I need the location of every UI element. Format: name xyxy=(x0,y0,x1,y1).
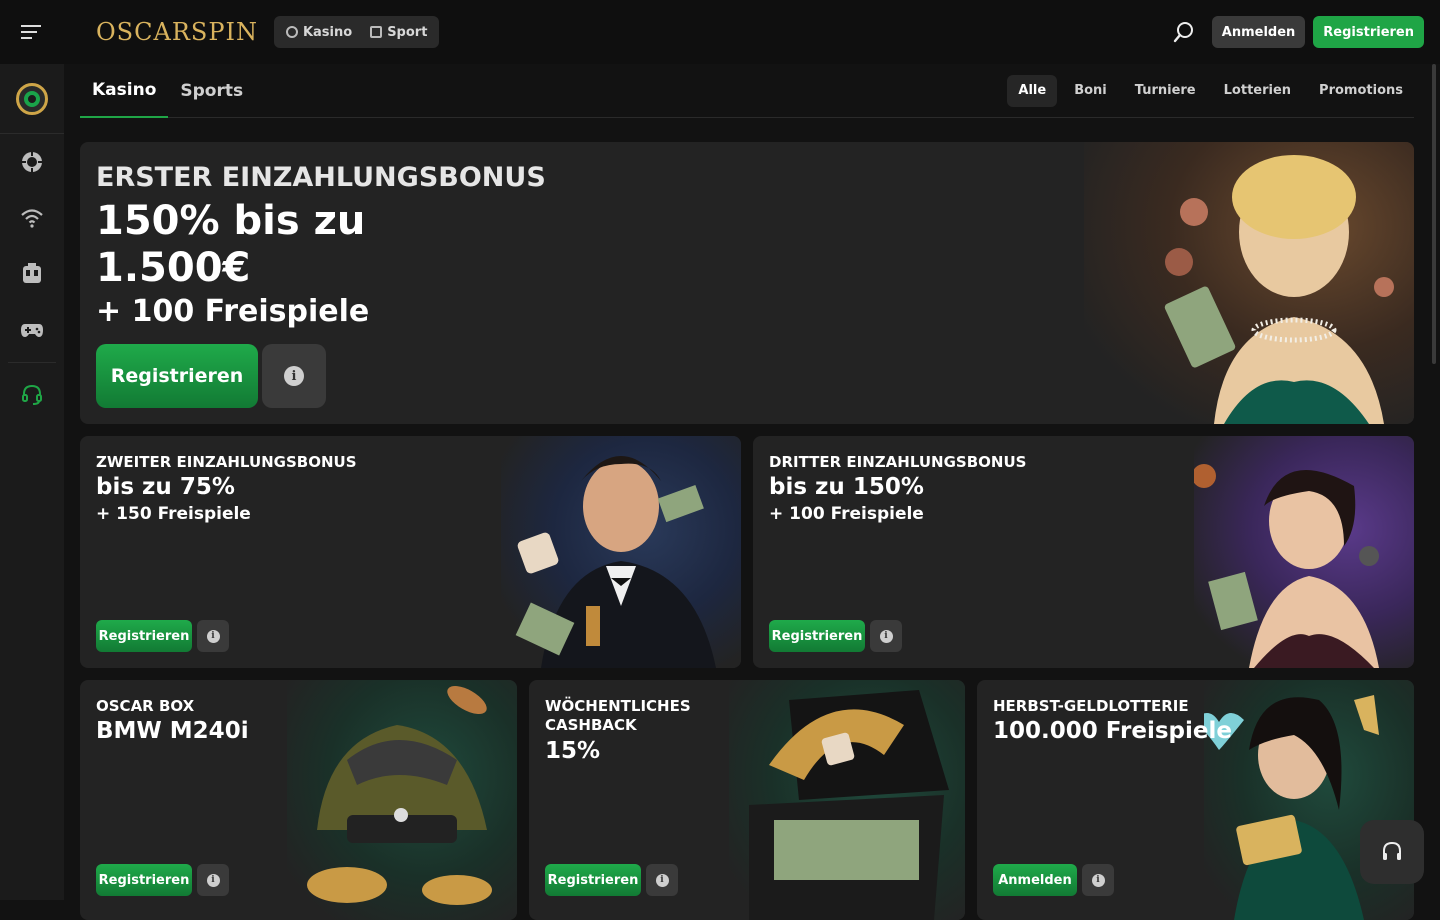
top-bar: OSCARSPIN Kasino Sport Anmelden Registri… xyxy=(0,0,1440,64)
third-deposit-image xyxy=(1194,436,1414,668)
second-deposit-head: bis zu 75% xyxy=(96,474,235,500)
oscar-logo-icon xyxy=(16,83,48,115)
casino-chip-icon xyxy=(21,151,43,173)
sidebar-item-casino[interactable] xyxy=(0,134,64,190)
sidebar-item-live[interactable] xyxy=(0,190,64,246)
hero-line2: 1.500€ xyxy=(96,245,250,291)
second-deposit-card: ZWEITER EINZAHLUNGSBONUS bis zu 75% + 15… xyxy=(80,436,741,668)
weekly-cashback-register-button[interactable]: Registrieren xyxy=(545,864,641,896)
second-deposit-info-button[interactable]: i xyxy=(197,620,229,652)
hero-info-button[interactable]: i xyxy=(262,344,326,408)
autumn-lottery-login-button[interactable]: Anmelden xyxy=(993,864,1077,896)
nav-kasino[interactable]: Kasino xyxy=(278,19,360,45)
sidebar-divider xyxy=(8,362,56,363)
tabs-row: Kasino Sports Alle Boni Turniere Lotteri… xyxy=(80,64,1414,118)
weekly-cashback-card: WÖCHENTLICHES CASHBACK 15% Registrieren … xyxy=(529,680,965,920)
filter-alle[interactable]: Alle xyxy=(1007,75,1057,107)
second-deposit-image xyxy=(501,436,741,668)
info-icon: i xyxy=(284,366,304,386)
weekly-cashback-image xyxy=(729,680,965,920)
live-wifi-icon xyxy=(20,208,44,228)
sidebar xyxy=(0,64,64,900)
scrollbar-thumb[interactable] xyxy=(1432,64,1436,364)
second-deposit-register-button[interactable]: Registrieren xyxy=(96,620,192,652)
sidebar-item-slots[interactable] xyxy=(0,246,64,302)
search-icon[interactable] xyxy=(1170,18,1198,46)
third-deposit-card: DRITTER EINZAHLUNGSBONUS bis zu 150% + 1… xyxy=(753,436,1414,668)
autumn-lottery-image xyxy=(1204,680,1414,920)
nav-sport-label: Sport xyxy=(387,25,427,40)
third-deposit-head: bis zu 150% xyxy=(769,474,924,500)
slot-machine-icon xyxy=(21,263,43,285)
info-icon: i xyxy=(207,630,220,643)
third-deposit-info-button[interactable]: i xyxy=(870,620,902,652)
hero-register-button[interactable]: Registrieren xyxy=(96,344,258,408)
hero-image xyxy=(1084,142,1414,424)
autumn-lottery-info-button[interactable]: i xyxy=(1082,864,1114,896)
filter-boni[interactable]: Boni xyxy=(1063,75,1118,107)
login-button[interactable]: Anmelden xyxy=(1212,16,1306,48)
tab-kasino[interactable]: Kasino xyxy=(80,64,168,118)
site-logo[interactable]: OSCARSPIN xyxy=(96,18,258,46)
filter-lotterien[interactable]: Lotterien xyxy=(1213,75,1302,107)
weekly-cashback-head: 15% xyxy=(545,738,600,764)
scrollbar[interactable] xyxy=(1432,64,1438,364)
sidebar-item-games[interactable] xyxy=(0,302,64,358)
info-icon: i xyxy=(656,874,669,887)
nav-sport[interactable]: Sport xyxy=(362,19,435,45)
gamepad-icon xyxy=(20,321,44,339)
hero-kicker: ERSTER EINZAHLUNGSBONUS xyxy=(96,162,546,193)
oscar-box-info-button[interactable]: i xyxy=(197,864,229,896)
third-deposit-sub: + 100 Freispiele xyxy=(769,504,924,524)
weekly-cashback-info-button[interactable]: i xyxy=(646,864,678,896)
filter-promotions[interactable]: Promotions xyxy=(1308,75,1414,107)
third-deposit-register-button[interactable]: Registrieren xyxy=(769,620,865,652)
weekly-cashback-kicker: WÖCHENTLICHES xyxy=(545,697,691,715)
oscar-box-kicker: OSCAR BOX xyxy=(96,697,194,715)
weekly-cashback-kicker2: CASHBACK xyxy=(545,716,637,734)
info-icon: i xyxy=(207,874,220,887)
casino-chip-icon xyxy=(286,26,298,38)
info-icon: i xyxy=(880,630,893,643)
autumn-lottery-kicker: HERBST-GELDLOTTERIE xyxy=(993,697,1189,715)
autumn-lottery-head: 100.000 Freispiele xyxy=(993,718,1232,744)
oscar-box-image xyxy=(287,680,517,920)
hero-line3: + 100 Freispiele xyxy=(96,294,369,329)
tab-sports[interactable]: Sports xyxy=(168,64,255,118)
autumn-lottery-card: HERBST-GELDLOTTERIE 100.000 Freispiele A… xyxy=(977,680,1414,920)
third-deposit-kicker: DRITTER EINZAHLUNGSBONUS xyxy=(769,453,1026,471)
oscar-box-head: BMW M240i xyxy=(96,718,249,744)
filter-turniere[interactable]: Turniere xyxy=(1124,75,1207,107)
product-switch: Kasino Sport xyxy=(274,16,439,48)
menu-button[interactable] xyxy=(0,0,64,64)
hero-line1: 150% bis zu xyxy=(96,198,365,244)
hero-bonus-card: ERSTER EINZAHLUNGSBONUS 150% bis zu 1.50… xyxy=(80,142,1414,424)
sidebar-item-support[interactable] xyxy=(0,367,64,423)
second-deposit-sub: + 150 Freispiele xyxy=(96,504,251,524)
register-button[interactable]: Registrieren xyxy=(1313,16,1424,48)
oscar-box-register-button[interactable]: Registrieren xyxy=(96,864,192,896)
sidebar-logo[interactable] xyxy=(0,64,64,134)
support-chat-button[interactable] xyxy=(1360,820,1424,884)
main-content: Kasino Sports Alle Boni Turniere Lotteri… xyxy=(80,64,1414,118)
support-headset-icon xyxy=(21,384,43,406)
ticket-icon xyxy=(370,26,382,38)
oscar-box-card: OSCAR BOX BMW M240i Registrieren i xyxy=(80,680,517,920)
nav-kasino-label: Kasino xyxy=(303,25,352,40)
headset-icon xyxy=(1381,841,1403,863)
filter-bar: Alle Boni Turniere Lotterien Promotions xyxy=(1007,75,1414,107)
info-icon: i xyxy=(1092,874,1105,887)
hamburger-icon xyxy=(21,24,43,40)
second-deposit-kicker: ZWEITER EINZAHLUNGSBONUS xyxy=(96,453,357,471)
